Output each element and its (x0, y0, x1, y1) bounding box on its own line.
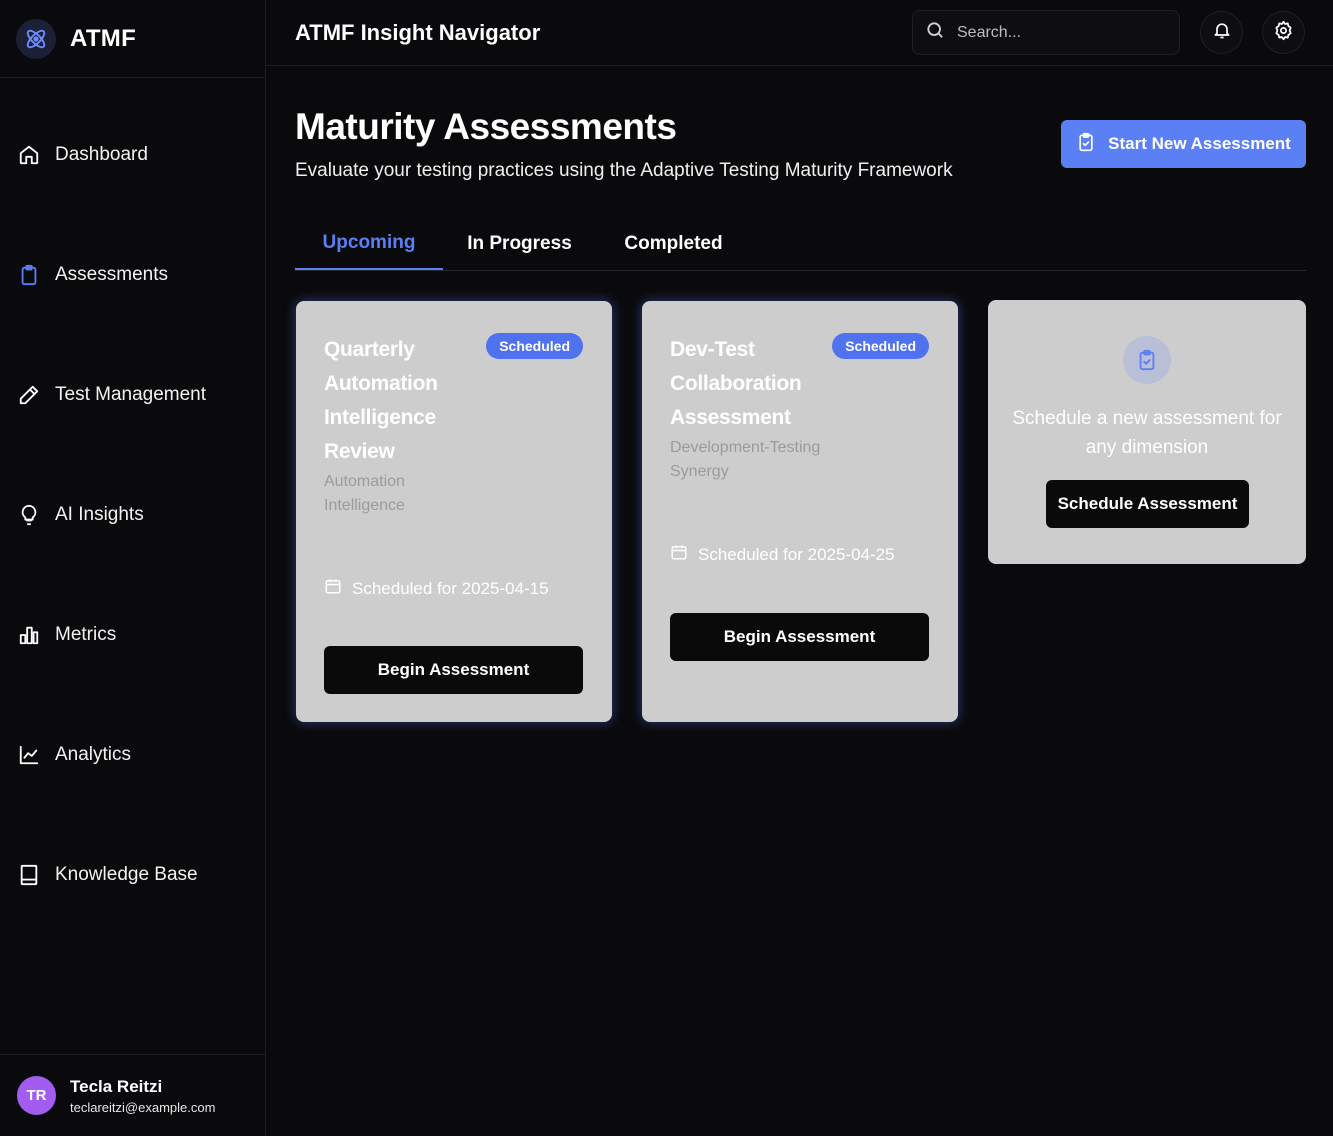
assessment-date: Scheduled for 2025-04-25 (670, 543, 895, 566)
assessment-title: Dev-Test Collaboration Assessment (670, 338, 802, 429)
app-title: ATMF Insight Navigator (295, 20, 541, 45)
schedule-assessment-card: Schedule a new assessment for any dimens… (988, 300, 1306, 564)
tab-upcoming[interactable]: Upcoming (295, 218, 443, 270)
assessment-dimension: Development-Testing Synergy (670, 439, 821, 480)
start-new-assessment-label: Start New Assessment (1108, 134, 1291, 153)
atom-icon (16, 18, 56, 59)
calendar-icon (670, 543, 688, 566)
search-input[interactable] (957, 23, 1157, 42)
sidebar-item-dashboard[interactable]: Dashboard (0, 133, 265, 177)
assessment-date-text: Scheduled for 2025-04-15 (352, 578, 549, 598)
assessment-card: Dev-Test Collaboration Assessment Schedu… (642, 301, 958, 722)
page-subtitle: Evaluate your testing practices using th… (295, 160, 953, 181)
user-name: Tecla Reitzi (70, 1076, 163, 1096)
assessment-date: Scheduled for 2025-04-15 (324, 577, 549, 600)
sidebar-item-test-management[interactable]: Test Management (0, 373, 265, 417)
tab-completed[interactable]: Completed (596, 218, 751, 270)
sidebar-item-label: Analytics (55, 744, 132, 765)
sidebar-item-knowledge-base[interactable]: Knowledge Base (0, 853, 265, 897)
assessment-card: Quarterly Automation Intelligence Review… (296, 301, 612, 722)
brand-name: ATMF (70, 24, 137, 52)
top-bar: ATMF Insight Navigator (266, 0, 1333, 66)
assessment-title: Quarterly Automation Intelligence Review (324, 338, 438, 463)
search-icon (925, 20, 945, 45)
line-chart-icon (18, 744, 40, 766)
begin-assessment-button[interactable]: Begin Assessment (324, 646, 583, 694)
pencil-ruler-icon (18, 384, 40, 406)
avatar: TR (17, 1076, 56, 1115)
clipboard-check-icon (1076, 132, 1096, 157)
bell-icon (1212, 20, 1232, 45)
page-title: Maturity Assessments (295, 106, 677, 147)
settings-button[interactable] (1262, 11, 1305, 54)
bar-chart-icon (18, 624, 40, 646)
sidebar-item-label: Assessments (55, 264, 168, 285)
clipboard-check-icon (1123, 336, 1171, 384)
book-icon (18, 864, 40, 886)
sidebar-item-ai-insights[interactable]: AI Insights (0, 493, 265, 537)
assessment-date-text: Scheduled for 2025-04-25 (698, 544, 895, 564)
schedule-prompt: Schedule a new assessment for any dimens… (1012, 408, 1282, 458)
gear-icon (1273, 20, 1294, 46)
user-email: teclareitzi@example.com (70, 1099, 216, 1115)
tab-in-progress[interactable]: In Progress (443, 218, 596, 270)
status-badge: Scheduled (832, 333, 929, 359)
clipboard-icon (18, 264, 40, 286)
sidebar-item-assessments[interactable]: Assessments (0, 253, 265, 297)
home-icon (18, 144, 40, 166)
sidebar-item-label: Test Management (55, 384, 207, 405)
assessment-dimension: Automation Intelligence (324, 473, 405, 514)
user-profile[interactable]: TR Tecla Reitzi teclareitzi@example.com (0, 1054, 265, 1136)
sidebar-item-analytics[interactable]: Analytics (0, 733, 265, 777)
sidebar-item-label: Dashboard (55, 144, 148, 165)
schedule-assessment-button[interactable]: Schedule Assessment (1046, 480, 1249, 528)
calendar-icon (324, 577, 342, 600)
status-badge: Scheduled (486, 333, 583, 359)
lightbulb-icon (18, 504, 40, 526)
sidebar-item-label: AI Insights (55, 504, 144, 525)
tab-bar: Upcoming In Progress Completed (295, 218, 1306, 271)
sidebar: ATMF Dashboard Assessments Test Manageme… (0, 0, 266, 1136)
begin-assessment-button[interactable]: Begin Assessment (670, 613, 929, 661)
notifications-button[interactable] (1200, 11, 1243, 54)
sidebar-item-label: Knowledge Base (55, 864, 198, 885)
sidebar-item-metrics[interactable]: Metrics (0, 613, 265, 657)
start-new-assessment-button[interactable]: Start New Assessment (1061, 120, 1306, 168)
sidebar-item-label: Metrics (55, 624, 117, 645)
brand[interactable]: ATMF (0, 0, 265, 78)
search-box[interactable] (912, 10, 1180, 55)
